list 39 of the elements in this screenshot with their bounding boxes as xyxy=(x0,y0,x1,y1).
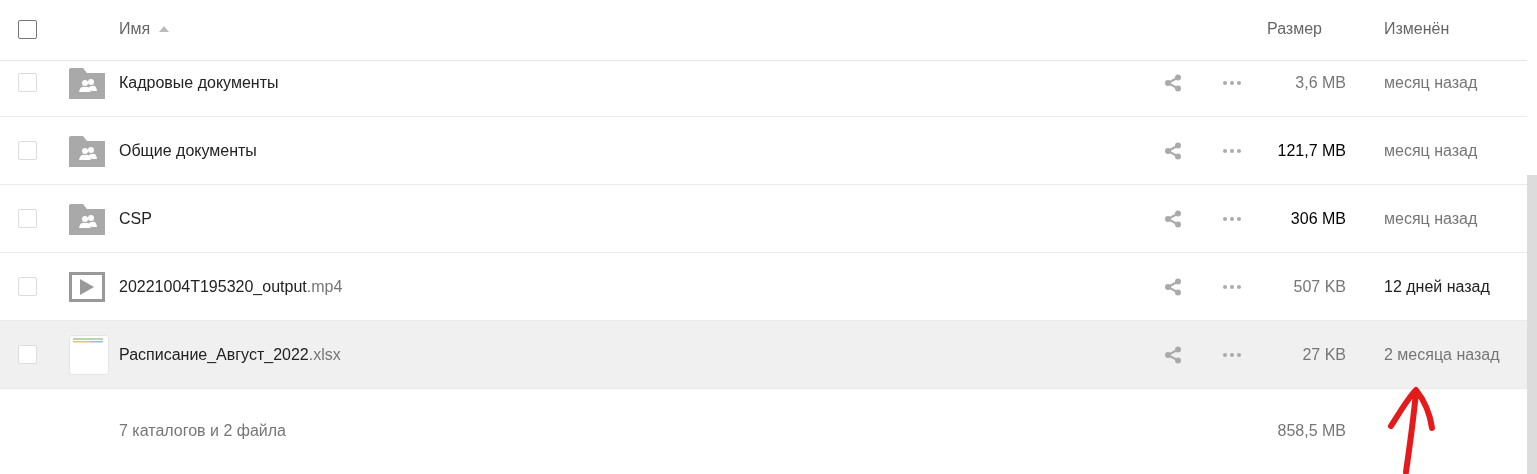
file-size: 121,7 MB xyxy=(1276,140,1346,161)
modified-date: 12 дней назад xyxy=(1384,276,1491,297)
video-file-icon xyxy=(69,271,105,302)
file-size: 27 KB xyxy=(1301,344,1346,365)
file-size: 507 KB xyxy=(1292,276,1346,297)
share-icon[interactable] xyxy=(1163,208,1183,229)
select-all-checkbox[interactable] xyxy=(18,19,37,39)
spreadsheet-thumbnail-icon xyxy=(69,334,109,375)
share-icon[interactable] xyxy=(1163,140,1183,161)
modified-date: 2 месяца назад xyxy=(1384,344,1501,365)
scrollbar[interactable] xyxy=(1527,175,1537,474)
total-size: 858,5 MB xyxy=(1277,421,1346,441)
file-name[interactable]: CSP xyxy=(119,206,152,231)
column-header[interactable]: Изменён xyxy=(1384,17,1527,41)
file-row[interactable]: Расписание_Август_2022.xlsx 27 KB 2 месяца назад xyxy=(0,321,1527,389)
sort-caret-icon xyxy=(159,26,170,32)
modified-date: месяц назад xyxy=(1384,208,1479,229)
file-size: 306 MB xyxy=(1289,208,1346,229)
share-icon[interactable] xyxy=(1163,72,1183,93)
file-name[interactable]: 20221004T195320_output.mp4 xyxy=(119,274,343,299)
file-size: 3,6 MB xyxy=(1294,72,1346,93)
row-checkbox[interactable] xyxy=(18,141,37,160)
column-header[interactable]: Имя xyxy=(119,17,170,41)
file-name[interactable]: Кадровые документы xyxy=(119,70,279,95)
row-checkbox[interactable] xyxy=(18,345,37,364)
row-checkbox[interactable] xyxy=(18,73,37,92)
modified-date: месяц назад xyxy=(1384,72,1479,93)
row-checkbox[interactable] xyxy=(18,209,37,228)
share-icon[interactable] xyxy=(1163,276,1183,297)
shared-folder-icon xyxy=(69,202,105,235)
file-count-summary: 7 каталогов и 2 файла xyxy=(119,421,286,441)
shared-folder-icon xyxy=(69,134,105,167)
column-header[interactable]: Размер xyxy=(1267,17,1322,41)
modified-date: месяц назад xyxy=(1384,140,1479,161)
file-name[interactable]: Общие документы xyxy=(119,138,257,163)
share-icon[interactable] xyxy=(1163,344,1183,365)
row-checkbox[interactable] xyxy=(18,277,37,296)
file-name[interactable]: Расписание_Август_2022.xlsx xyxy=(119,342,341,367)
shared-folder-icon xyxy=(69,66,105,99)
